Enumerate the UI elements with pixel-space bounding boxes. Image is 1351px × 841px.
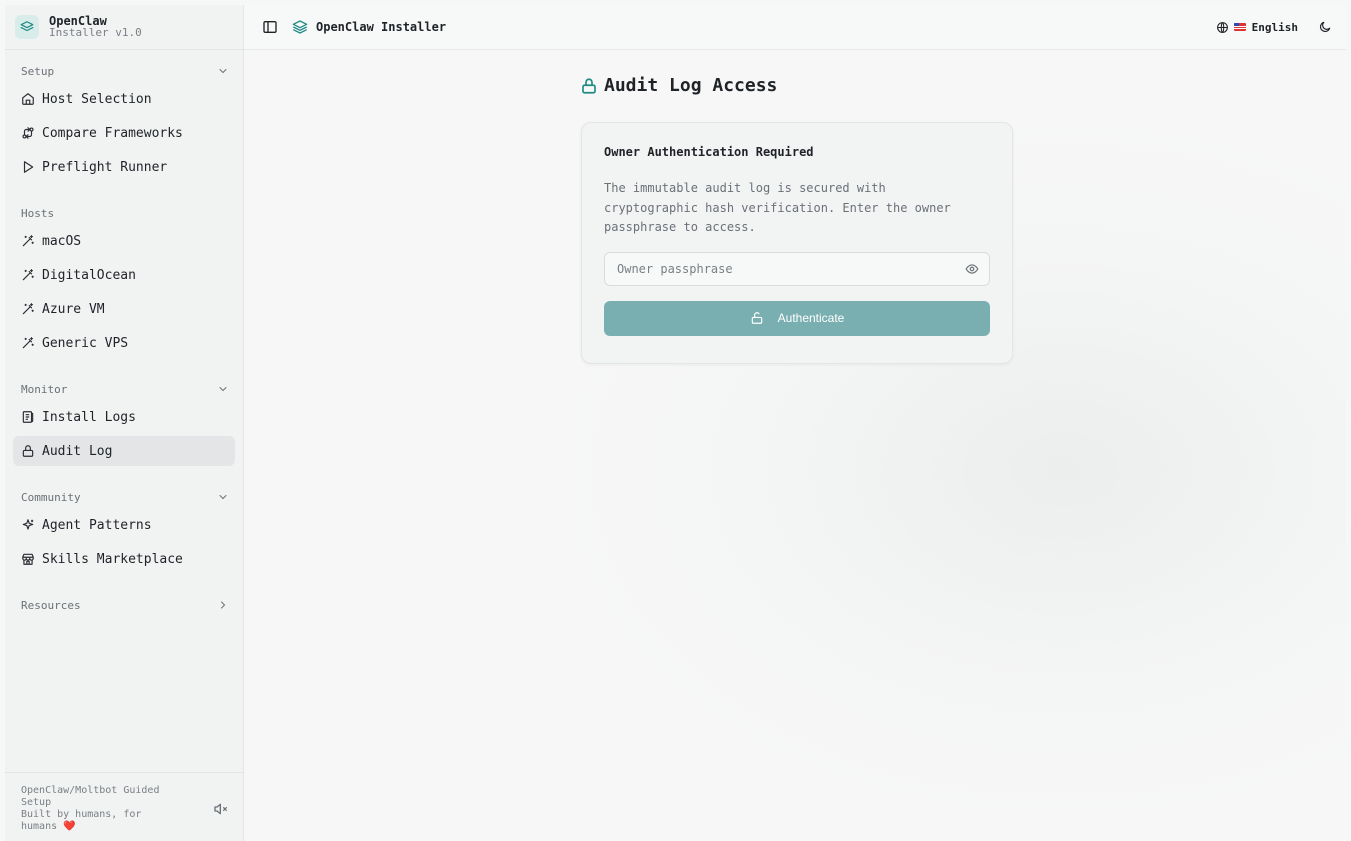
main-area: OpenClaw Installer English Audit Log Acc…	[244, 5, 1346, 841]
brand-version: Installer v1.0	[49, 26, 142, 39]
us-flag-icon	[1233, 23, 1246, 31]
sidebar-item-host-selection[interactable]: Host Selection	[13, 84, 235, 114]
topbar: OpenClaw Installer English	[244, 5, 1346, 50]
sidebar-item-label: macOS	[42, 233, 82, 249]
wand-icon	[22, 235, 34, 247]
group-header-setup[interactable]: Setup	[5, 62, 243, 80]
sidebar-item-install-logs[interactable]: Install Logs	[13, 402, 235, 432]
sidebar-item-label: Preflight Runner	[42, 159, 168, 175]
sidebar-item-label: Audit Log	[42, 443, 113, 459]
speaker-muted-icon[interactable]	[213, 801, 229, 817]
group-label: Hosts	[21, 206, 55, 220]
passphrase-input[interactable]	[617, 261, 965, 276]
wand-icon	[22, 269, 34, 281]
sidebar-item-preflight-runner[interactable]: Preflight Runner	[13, 152, 235, 182]
language-selector[interactable]: English	[1216, 21, 1298, 34]
sidebar-item-azure-vm[interactable]: Azure VM	[13, 294, 235, 324]
sidebar-item-label: Generic VPS	[42, 335, 129, 351]
sidebar-item-agent-patterns[interactable]: Agent Patterns	[13, 510, 235, 540]
content: Audit Log Access Owner Authentication Re…	[244, 50, 1346, 841]
sidebar-item-label: Agent Patterns	[42, 517, 152, 533]
topbar-title: OpenClaw Installer	[292, 19, 446, 35]
nav-group-community: Community Agent Patterns Skills Marketpl…	[5, 488, 243, 574]
sidebar-item-audit-log[interactable]: Audit Log	[13, 436, 235, 466]
sidebar-item-digitalocean[interactable]: DigitalOcean	[13, 260, 235, 290]
app-title: OpenClaw Installer	[316, 20, 447, 34]
layers-logo-icon	[15, 15, 39, 39]
scroll-icon	[22, 411, 34, 423]
sidebar-item-compare-frameworks[interactable]: Compare Frameworks	[13, 118, 235, 148]
moon-icon[interactable]	[1318, 20, 1332, 34]
store-icon	[22, 553, 34, 565]
lock-icon	[22, 445, 34, 457]
lock-icon	[582, 78, 596, 94]
sidebar-item-macos[interactable]: macOS	[13, 226, 235, 256]
passphrase-field	[604, 251, 990, 286]
page-title-text: Audit Log Access	[604, 75, 778, 96]
language-label: English	[1251, 20, 1298, 34]
card-description: The immutable audit log is secured with …	[604, 181, 951, 234]
brand[interactable]: OpenClaw Installer v1.0	[5, 5, 243, 50]
chevron-down-icon	[219, 387, 227, 392]
footer-line-2: Built by humans, for humans	[21, 809, 142, 832]
sidebar-item-label: Compare Frameworks	[42, 125, 183, 141]
wand-icon	[22, 337, 34, 349]
group-header-monitor[interactable]: Monitor	[5, 380, 243, 398]
group-header-community[interactable]: Community	[5, 488, 243, 506]
footer-line-1: OpenClaw/Moltbot Guided Setup	[21, 785, 160, 808]
compare-icon	[22, 127, 34, 139]
unlock-icon	[751, 312, 762, 324]
sidebar-item-label: Skills Marketplace	[42, 551, 183, 567]
group-label: Monitor	[21, 382, 68, 396]
group-label: Community	[21, 490, 81, 504]
sidebar-footer: OpenClaw/Moltbot Guided Setup Built by h…	[5, 772, 243, 841]
nav-group-monitor: Monitor Install Logs Audit Log	[5, 380, 243, 466]
layers-icon	[292, 20, 308, 34]
app-window: OpenClaw Installer v1.0 Setup Host Selec…	[5, 5, 1346, 841]
group-header-resources[interactable]: Resources	[5, 596, 243, 614]
sidebar-item-label: DigitalOcean	[42, 267, 136, 283]
sparkles-icon	[22, 519, 34, 530]
sidebar-item-generic-vps[interactable]: Generic VPS	[13, 328, 235, 358]
group-label: Setup	[21, 64, 55, 78]
nav-group-resources: Resources	[5, 596, 243, 614]
page-title: Audit Log Access	[580, 75, 777, 96]
nav-group-setup: Setup Host Selection Compare Frameworks …	[5, 62, 243, 182]
card-title: Owner Authentication Required	[604, 145, 814, 159]
group-label: Resources	[21, 598, 81, 612]
chevron-down-icon	[219, 69, 227, 74]
globe-icon	[1216, 21, 1228, 33]
footer-text: OpenClaw/Moltbot Guided Setup Built by h…	[21, 785, 181, 833]
sidebar-toggle-icon[interactable]	[262, 19, 278, 35]
play-icon	[23, 161, 34, 173]
nav-group-hosts: Hosts macOS DigitalOcean Azure VM Generi…	[5, 204, 243, 358]
sidebar-item-label: Install Logs	[42, 409, 136, 425]
sidebar-item-label: Host Selection	[42, 91, 152, 107]
authenticate-label: Authenticate	[777, 311, 845, 325]
sidebar-item-skills-marketplace[interactable]: Skills Marketplace	[13, 544, 235, 574]
wand-icon	[22, 303, 34, 315]
auth-card: Owner Authentication Required The immuta…	[581, 122, 1013, 364]
chevron-right-icon	[221, 601, 226, 609]
authenticate-button[interactable]: Authenticate	[604, 300, 990, 336]
home-icon	[22, 93, 34, 105]
group-header-hosts: Hosts	[5, 204, 243, 222]
sidebar: OpenClaw Installer v1.0 Setup Host Selec…	[5, 5, 244, 841]
heart-icon: ❤️	[63, 821, 76, 832]
sidebar-nav: Setup Host Selection Compare Frameworks …	[5, 50, 243, 772]
chevron-down-icon	[219, 495, 227, 500]
sidebar-item-label: Azure VM	[42, 301, 105, 317]
eye-icon[interactable]	[965, 262, 979, 276]
